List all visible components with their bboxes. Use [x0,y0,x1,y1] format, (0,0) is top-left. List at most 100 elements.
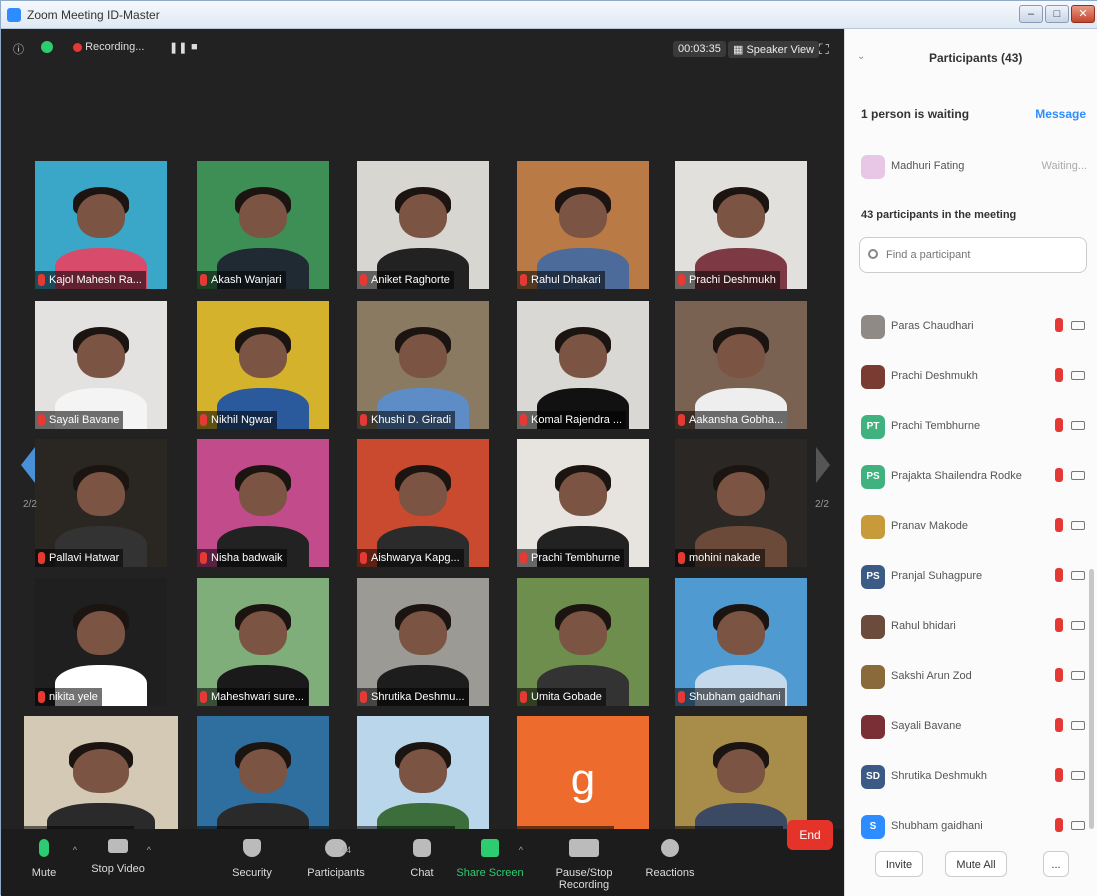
video-camera-icon[interactable] [1071,821,1085,830]
video-camera-icon[interactable] [1071,621,1085,630]
stop-video-button[interactable]: Stop Video ^ [73,839,163,875]
person-head [559,611,607,655]
video-tile[interactable]: Khushi D. Giradi [357,301,489,429]
avatar: S [861,815,885,839]
video-camera-icon[interactable] [1071,571,1085,580]
chevron-up-icon[interactable]: ^ [147,845,151,855]
video-tile[interactable]: Nikhil Ngwar [197,301,329,429]
participant-row[interactable]: Paras Chaudhari [845,307,1097,347]
person-head [717,611,765,655]
muted-mic-icon[interactable] [1055,468,1063,482]
panel-title: Participants (43) [929,51,1023,65]
share-screen-button[interactable]: Share Screen ^ [445,839,535,879]
video-tile[interactable]: nikita yele [35,578,167,706]
minimize-button[interactable]: – [1019,5,1043,23]
video-tile[interactable]: Aishwarya Kapg... [357,439,489,567]
reactions-button[interactable]: Reactions [625,839,715,879]
video-tile[interactable]: Kajol Mahesh Ra... [35,161,167,289]
video-camera-icon[interactable] [1071,321,1085,330]
video-tile[interactable]: Prachi Deshmukh [675,161,807,289]
muted-mic-icon[interactable] [1055,618,1063,632]
video-tile[interactable]: Pallavi Hatwar [35,439,167,567]
fullscreen-icon[interactable]: ⛶ [819,41,829,58]
participant-status-icons [1055,418,1089,434]
video-tile[interactable]: Shubham gaidhani [675,578,807,706]
end-meeting-button[interactable]: End [787,820,833,850]
muted-mic-icon [360,274,367,286]
message-button[interactable]: Message [1035,107,1086,121]
participant-row[interactable]: Sayali Bavane [845,707,1097,747]
muted-mic-icon[interactable] [1055,368,1063,382]
chevron-up-icon[interactable]: ^ [519,845,523,855]
participants-button[interactable]: Participants 44 [291,839,381,879]
video-tile[interactable]: Aakansha Gobha... [675,301,807,429]
video-camera-icon[interactable] [1071,771,1085,780]
video-tile[interactable]: Maheshwari sure... [197,578,329,706]
muted-mic-icon[interactable] [1055,318,1063,332]
security-button[interactable]: Security [207,839,297,879]
video-camera-icon[interactable] [1071,371,1085,380]
participant-search[interactable] [859,237,1087,273]
search-input[interactable] [860,238,1086,272]
video-camera-icon[interactable] [1071,721,1085,730]
participant-name: Aishwarya Kapg... [371,552,460,564]
participant-name: Khushi D. Giradi [371,414,452,426]
muted-mic-icon[interactable] [1055,718,1063,732]
maximize-button[interactable]: □ [1045,5,1069,23]
video-tile[interactable]: Connecting to au... [24,716,178,844]
video-tile[interactable]: Aniket Raghorte [357,161,489,289]
video-camera-icon[interactable] [1071,671,1085,680]
stop-recording-icon[interactable]: ■ [191,41,198,53]
participant-row[interactable]: Pranav Makode [845,507,1097,547]
previous-page-icon[interactable] [21,447,35,483]
muted-mic-icon[interactable] [1055,818,1063,832]
participant-row[interactable]: PT Prachi Tembhurne [845,407,1097,447]
pause-stop-recording-button[interactable]: Pause/Stop Recording [529,839,639,891]
invite-button[interactable]: Invite [875,851,923,877]
more-options-button[interactable]: ... [1043,851,1069,877]
video-tile[interactable]: Akash Wanjari [197,161,329,289]
participant-list-scrollbar[interactable] [1089,569,1094,829]
panel-header: ⌄ Participants (43) [845,29,1097,75]
video-tile[interactable]: mohini nakade [675,439,807,567]
video-tile[interactable]: MAYUR KARANJEKAR [197,716,329,844]
participant-name: Rahul Dhakari [531,274,601,286]
video-tile[interactable]: Nisha badwaik [197,439,329,567]
video-tile[interactable]: Shrutika Deshmu... [357,578,489,706]
participant-row[interactable]: S Shubham gaidhani [845,807,1097,847]
muted-mic-icon[interactable] [1055,568,1063,582]
participant-row[interactable]: SD Shrutika Deshmukh [845,757,1097,797]
shield-icon[interactable] [41,41,53,54]
close-button[interactable]: ✕ [1071,5,1095,23]
video-camera-icon[interactable] [1071,471,1085,480]
video-tile[interactable]: gghanshyam raut [517,716,649,844]
muted-mic-icon[interactable] [1055,418,1063,432]
chevron-down-icon[interactable]: ⌄ [857,51,865,62]
participant-name: Prachi Tembhurne [891,420,981,432]
video-tile[interactable]: Rahul Dhakari [517,161,649,289]
waiting-participant-row[interactable]: Madhuri Fating Waiting... [845,147,1097,187]
info-icon[interactable]: ⓘ [13,41,24,57]
participant-row[interactable]: Sakshi Arun Zod [845,657,1097,697]
pause-recording-icon[interactable]: ❚❚ [169,41,187,54]
zoom-window: Zoom Meeting ID-Master – □ ✕ ⓘ Recording… [0,0,1097,896]
video-tile[interactable]: Sayali Bavane [35,301,167,429]
next-page-icon[interactable] [816,447,830,483]
video-tile[interactable]: Prachi Tembhurne [517,439,649,567]
speaker-view-button[interactable]: ▦ Speaker View [728,41,820,58]
muted-mic-icon[interactable] [1055,668,1063,682]
participant-row[interactable]: PS Prajakta Shailendra Rodke [845,457,1097,497]
muted-mic-icon[interactable] [1055,518,1063,532]
video-tile[interactable]: Chetan Shahare [357,716,489,844]
avatar: PS [861,565,885,589]
video-tile[interactable]: Umita Gobade [517,578,649,706]
video-camera-icon[interactable] [1071,521,1085,530]
muted-mic-icon[interactable] [1055,768,1063,782]
participant-row[interactable]: Rahul bhidari [845,607,1097,647]
person-head [559,334,607,378]
video-camera-icon[interactable] [1071,421,1085,430]
video-tile[interactable]: Komal Rajendra ... [517,301,649,429]
participant-row[interactable]: PS Pranjal Suhagpure [845,557,1097,597]
participant-row[interactable]: Prachi Deshmukh [845,357,1097,397]
mute-all-button[interactable]: Mute All [945,851,1007,877]
